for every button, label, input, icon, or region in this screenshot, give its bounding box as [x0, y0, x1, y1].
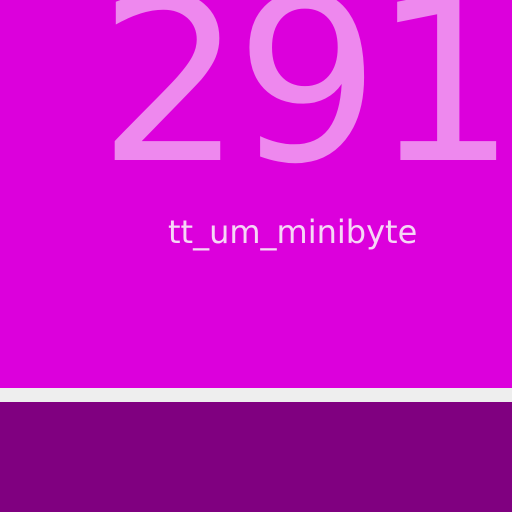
divider [0, 388, 512, 402]
bottom-panel [0, 402, 512, 512]
counter-panel: 291 tt_um_minibyte [0, 0, 512, 388]
counter-value: 291 [98, 0, 512, 214]
counter-unit-label: tt_um_minibyte [168, 213, 418, 251]
